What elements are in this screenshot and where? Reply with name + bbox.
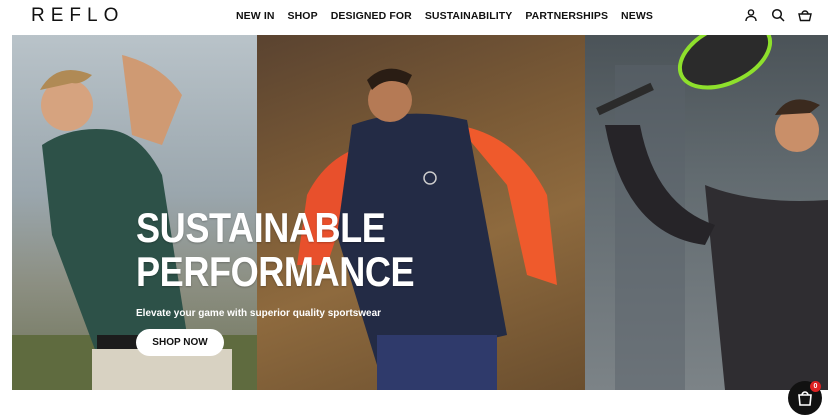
hero-headline-line2: PERFORMANCE [136,248,415,295]
hero-headline: SUSTAINABLE PERFORMANCE [136,204,415,295]
nav-item-new-in[interactable]: NEW IN [236,10,275,22]
nav-item-shop[interactable]: SHOP [288,10,318,22]
header-icons [744,8,812,22]
cart-count-badge: 0 [810,381,821,392]
nav-item-news[interactable]: NEWS [621,10,653,22]
site-header: REFLO NEW IN SHOP DESIGNED FOR SUSTAINAB… [0,0,840,34]
nav-item-sustainability[interactable]: SUSTAINABILITY [425,10,513,22]
floating-cart-button[interactable]: 0 [788,381,822,415]
hero-banner: SUSTAINABLE PERFORMANCE Elevate your gam… [12,35,828,390]
basket-icon[interactable] [798,8,812,22]
hero-subtitle: Elevate your game with superior quality … [136,308,382,319]
nav-item-partnerships[interactable]: PARTNERSHIPS [525,10,608,22]
hero-image-padel-player [585,35,828,390]
hero-headline-line1: SUSTAINABLE [136,204,386,251]
main-nav: NEW IN SHOP DESIGNED FOR SUSTAINABILITY … [236,10,653,22]
shop-now-button[interactable]: SHOP NOW [136,329,224,356]
search-icon[interactable] [771,8,785,22]
brand-logo[interactable]: REFLO [31,5,124,27]
nav-item-designed-for[interactable]: DESIGNED FOR [331,10,412,22]
account-icon[interactable] [744,8,758,22]
